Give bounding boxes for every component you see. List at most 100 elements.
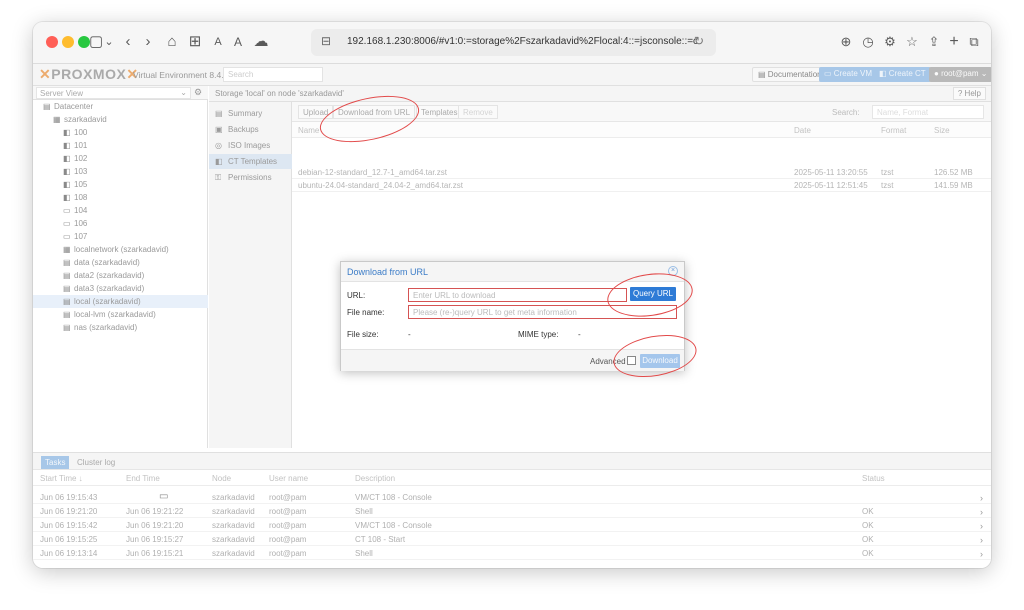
gear-icon[interactable]: ⚙ xyxy=(194,87,202,98)
global-search-input[interactable]: Search xyxy=(223,67,323,82)
task-row[interactable]: Jun 06 19:15:43 ▭ szarkadavid root@pam V… xyxy=(33,490,991,504)
tree-item-ct-102[interactable]: ◧ 102 xyxy=(33,152,208,165)
create-vm-button[interactable]: ▭ Create VM xyxy=(819,67,878,82)
reload-icon[interactable]: ↻ xyxy=(694,34,704,48)
gear-icon[interactable]: ⚙ xyxy=(883,31,897,53)
tabs-overview-icon[interactable]: ⧉ xyxy=(967,31,981,53)
chevron-right-icon[interactable]: › xyxy=(980,493,983,503)
templates-button[interactable]: Templates xyxy=(416,105,463,119)
cell-node: szarkadavid xyxy=(212,493,255,502)
view-selector[interactable]: Server View ⌄ xyxy=(36,87,191,99)
tab-cluster-log[interactable]: Cluster log xyxy=(73,456,119,469)
vm-icon: ▭ xyxy=(63,219,71,228)
task-row[interactable]: Jun 06 19:15:25 Jun 06 19:15:27 szarkada… xyxy=(33,532,991,546)
task-row[interactable]: Jun 06 19:13:14 Jun 06 19:15:21 szarkada… xyxy=(33,546,991,560)
submenu-ct-templates[interactable]: ◧ CT Templates xyxy=(209,154,292,169)
text-smaller-button[interactable]: A xyxy=(213,31,223,53)
template-search-input[interactable]: Name, Format xyxy=(872,105,984,119)
remove-button[interactable]: Remove xyxy=(458,105,498,119)
task-grid-header: Start Time ↓ End Time Node User name Des… xyxy=(33,470,991,486)
column-header-date[interactable]: Date xyxy=(794,126,811,135)
create-ct-button[interactable]: ◧ Create CT xyxy=(874,67,931,82)
submenu-iso-images[interactable]: ◎ ISO Images xyxy=(209,138,292,153)
chevron-right-icon[interactable]: › xyxy=(980,535,983,545)
address-bar[interactable]: ⊟ 192.168.1.230:8006/#v1:0:=storage%2Fsz… xyxy=(311,29,716,56)
submenu-permissions[interactable]: ⚿ Permissions xyxy=(209,170,292,185)
star-icon[interactable]: ☆ xyxy=(905,31,919,53)
column-header-node[interactable]: Node xyxy=(212,474,231,483)
submenu-backups[interactable]: ▣ Backups xyxy=(209,122,292,137)
cell-status: OK xyxy=(862,549,874,558)
column-header-description[interactable]: Description xyxy=(355,474,395,483)
column-header-size[interactable]: Size xyxy=(934,126,950,135)
minimize-window-button[interactable] xyxy=(62,36,74,48)
column-header-format[interactable]: Format xyxy=(881,126,906,135)
new-tab-icon[interactable]: + xyxy=(947,31,961,53)
tree-item-vm-107[interactable]: ▭ 107 xyxy=(33,230,208,243)
content-title: Storage 'local' on node 'szarkadavid' xyxy=(215,89,344,98)
close-window-button[interactable] xyxy=(46,36,58,48)
monitor-icon: ▭ xyxy=(824,69,834,78)
chevron-right-icon[interactable]: › xyxy=(980,521,983,531)
table-row[interactable]: debian-12-standard_12.7-1_amd64.tar.zst … xyxy=(292,166,991,179)
home-icon[interactable]: ⌂ xyxy=(164,31,180,53)
tree-item-storage-nas[interactable]: ▤ nas (szarkadavid) xyxy=(33,321,208,334)
chevron-right-icon[interactable]: › xyxy=(980,549,983,559)
grid-icon[interactable]: ⊞ xyxy=(187,31,203,53)
tree-item-ct-101[interactable]: ◧ 101 xyxy=(33,139,208,152)
column-header-status[interactable]: Status xyxy=(862,474,885,483)
cell-node: szarkadavid xyxy=(212,535,255,544)
tree-item-storage-local-lvm[interactable]: ▤ local-lvm (szarkadavid) xyxy=(33,308,208,321)
submenu-summary[interactable]: ▤ Summary xyxy=(209,106,292,121)
tree-item-vm-106[interactable]: ▭ 106 xyxy=(33,217,208,230)
url-text[interactable]: 192.168.1.230:8006/#v1:0:=storage%2Fszar… xyxy=(347,36,697,47)
documentation-button[interactable]: ▤ Documentation xyxy=(752,67,828,82)
logo-text: PROXMOX xyxy=(51,66,127,82)
chevron-down-icon[interactable]: ⌄ xyxy=(104,31,114,53)
storage-icon: ▤ xyxy=(63,310,71,319)
page-settings-icon[interactable]: ⊟ xyxy=(321,34,331,48)
column-header-name[interactable]: Name xyxy=(298,126,319,135)
tree-item-ct-105[interactable]: ◧ 105 xyxy=(33,178,208,191)
submenu-label: Summary xyxy=(228,109,263,118)
storage-submenu: ▤ Summary ▣ Backups ◎ ISO Images ◧ CT Templa… xyxy=(209,102,292,448)
tree-item-storage-data[interactable]: ▤ data (szarkadavid) xyxy=(33,256,208,269)
download-icon[interactable]: ⊕ xyxy=(839,31,853,53)
mime-label: MIME type: xyxy=(518,330,559,339)
tree-item-label: Datacenter xyxy=(54,102,94,111)
task-row[interactable]: Jun 06 19:21:20 Jun 06 19:21:22 szarkada… xyxy=(33,504,991,518)
share-icon[interactable]: ⇪ xyxy=(927,31,941,53)
column-header-user[interactable]: User name xyxy=(269,474,308,483)
search-label: Search: xyxy=(832,108,860,117)
chevron-right-icon[interactable]: › xyxy=(980,507,983,517)
column-header-end-time[interactable]: End Time xyxy=(126,474,160,483)
tree-item-datacenter[interactable]: ▤ Datacenter xyxy=(33,100,208,113)
forward-icon[interactable]: › xyxy=(141,31,155,53)
url-input[interactable]: Enter URL to download xyxy=(408,288,627,302)
tree-item-localnetwork[interactable]: ▦ localnetwork (szarkadavid) xyxy=(33,243,208,256)
tree-item-storage-data3[interactable]: ▤ data3 (szarkadavid) xyxy=(33,282,208,295)
task-row[interactable]: Jun 06 19:15:42 Jun 06 19:21:20 szarkada… xyxy=(33,518,991,532)
text-larger-button[interactable]: A xyxy=(232,31,244,53)
tree-item-storage-data2[interactable]: ▤ data2 (szarkadavid) xyxy=(33,269,208,282)
tab-tasks[interactable]: Tasks xyxy=(41,456,70,469)
tree-item-node[interactable]: ▦ szarkadavid xyxy=(33,113,208,126)
back-icon[interactable]: ‹ xyxy=(121,31,135,53)
clock-icon[interactable]: ◷ xyxy=(861,31,875,53)
sidebar-toggle-icon[interactable]: ▢ xyxy=(89,31,103,53)
tree-item-vm-104[interactable]: ▭ 104 xyxy=(33,204,208,217)
tree-item-ct-103[interactable]: ◧ 103 xyxy=(33,165,208,178)
help-button[interactable]: ? Help xyxy=(952,87,986,100)
column-header-start-time[interactable]: Start Time ↓ xyxy=(40,474,83,483)
pve-header: ✕PROXMOX✕ Virtual Environment 8.4.1 Sear… xyxy=(33,64,991,86)
tree-item-storage-local[interactable]: ▤ local (szarkadavid) xyxy=(33,295,208,308)
tree-item-ct-108[interactable]: ◧ 108 xyxy=(33,191,208,204)
table-row[interactable]: ubuntu-24.04-standard_24.04-2_amd64.tar.… xyxy=(292,179,991,192)
cloud-icon[interactable]: ☁ xyxy=(253,31,269,53)
user-menu-button[interactable]: ● root@pam ⌄ xyxy=(929,67,991,82)
help-icon: ? xyxy=(957,89,965,98)
cell-node: szarkadavid xyxy=(212,521,255,530)
ct-icon: ◧ xyxy=(63,141,71,150)
tree-item-ct-100[interactable]: ◧ 100 xyxy=(33,126,208,139)
tree-item-label: nas (szarkadavid) xyxy=(74,323,138,332)
